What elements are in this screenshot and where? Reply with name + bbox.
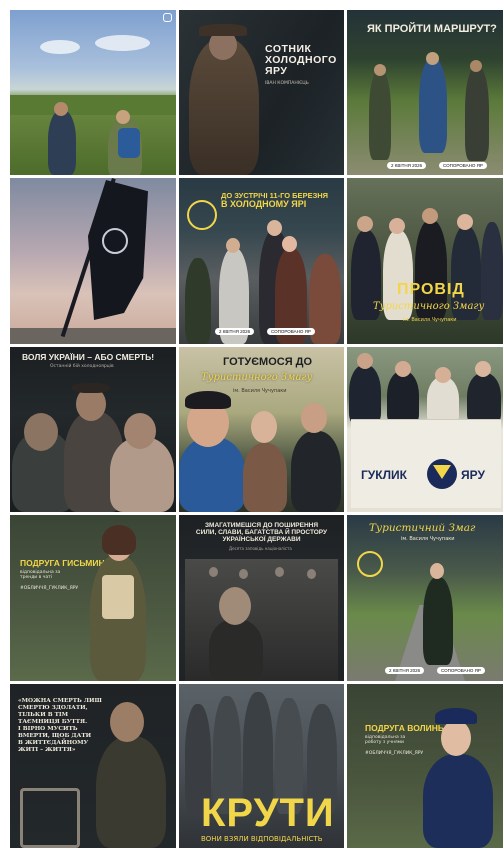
turystychnyi-title: Туристичний Змаг <box>369 522 476 534</box>
hysmyn-hashtag: #ОБЛИЧЧЯ_ГУКЛИК_ЯРУ <box>20 586 79 591</box>
flag-emblem-icon <box>102 228 128 254</box>
turystychnyi-date-pill: 2 КВІТНЯ 2026 <box>385 667 425 674</box>
hysmyn-title: ПОДРУГА ГИСЬМИН <box>20 558 105 568</box>
provid-name: ім. Василя Чучупаки <box>403 317 457 323</box>
post-tile-marshrut[interactable]: ЯК ПРОЙТИ МАРШРУТ? 2 КВІТНЯ 2026 СОПОРОВ… <box>347 10 503 175</box>
post-tile-podruha-hysmyn[interactable]: ПОДРУГА ГИСЬМИН відповідальна за тренди … <box>10 515 176 681</box>
post-tile-podruha-volyn[interactable]: ПОДРУГА ВОЛИНЬ відповідальна за роботу з… <box>347 684 503 848</box>
post-tile-turystychnyi[interactable]: Туристичний Змаг ім. Василя Чучупаки 2 К… <box>347 515 503 681</box>
volya-title: ВОЛЯ УКРАЇНИ – АБО СМЕРТЬ! <box>22 352 155 362</box>
volyn-role: відповідальна за роботу з учнями <box>365 735 406 745</box>
zustrich-title: ДО ЗУСТРІЧІ 11-ГО БЕРЕЗНЯ В ХОЛОДНОМУ ЯР… <box>221 191 329 209</box>
zustrich-tag-pill: СОПОРОВАНО ЯР <box>267 328 315 335</box>
turystychnyi-name: ім. Василя Чучупаки <box>401 536 455 542</box>
banner-cloth <box>351 419 501 508</box>
turystychnyi-tag-pill: СОПОРОВАНО ЯР <box>437 667 485 674</box>
post-tile-banner[interactable]: ГУКЛИК ЯРУ <box>347 347 503 512</box>
zustrich-date-pill: 2 КВІТНЯ 2026 <box>215 328 255 335</box>
marshrut-date-pill: 2 КВІТНЯ 2026 <box>387 162 427 169</box>
provid-title: ПРОВІД <box>397 281 465 298</box>
zmah-subtitle: Десята заповідь націоналіста <box>229 546 292 551</box>
soldier-portrait <box>110 702 144 742</box>
marshrut-tag-pill: СОПОРОВАНО ЯР <box>439 162 487 169</box>
post-tile-flag[interactable] <box>10 178 176 344</box>
post-tile-kruty[interactable]: КРУТИ ВОНИ ВЗЯЛИ ВІДПОВІДАЛЬНІСТЬ <box>179 684 344 848</box>
volyn-title: ПОДРУГА ВОЛИНЬ <box>365 723 444 733</box>
turystychnyi-emblem-icon <box>357 551 383 577</box>
kruty-title: КРУТИ <box>201 791 335 835</box>
foreground-portrait <box>219 587 251 625</box>
gotuyemos-name: ім. Василя Чучупаки <box>233 388 287 394</box>
hysmyn-role: відповідальна за тренди в чаті <box>20 570 61 580</box>
post-tile-smert[interactable]: «МОЖНА СМЕРТЬ ЛИШ СМЕРТЮ ЗДОЛАТИ, ТІЛЬКИ… <box>10 684 176 848</box>
portrait-3 <box>124 413 156 449</box>
post-tile-volya[interactable]: ВОЛЯ УКРАЇНИ – АБО СМЕРТЬ! Останній бій … <box>10 347 176 512</box>
volyn-hashtag: #ОБЛИЧЧЯ_ГУКЛИК_ЯРУ <box>365 751 424 756</box>
provid-subtitle: Туристичного Змагу <box>373 301 485 312</box>
post-tile-provid[interactable]: ПРОВІД Туристичного Змагу ім. Василя Чуч… <box>347 178 503 344</box>
volya-subtitle: Останній бій холодноярців <box>50 364 114 369</box>
chair <box>20 788 80 848</box>
sotnyk-subtitle: ІВАН КОМПАНІЄЦЬ <box>265 81 309 86</box>
post-tile-gotuyemos[interactable]: ГОТУЄМОСЯ ДО Туристичного Змагу ім. Васи… <box>179 347 344 512</box>
post-tile-zustrich[interactable]: ДО ЗУСТРІЧІ 11-ГО БЕРЕЗНЯ В ХОЛОДНОМУ ЯР… <box>179 178 344 344</box>
marshrut-title: ЯК ПРОЙТИ МАРШРУТ? <box>367 23 497 35</box>
emblem-icon <box>187 200 217 230</box>
profile-post-grid: СОТНИК ХОЛОДНОГО ЯРУ ІВАН КОМПАНІЄЦЬ ЯК … <box>0 0 503 848</box>
post-tile-zmahatymeshsia[interactable]: ЗМАГАТИМЕШСЯ ДО ПОШИРЕННЯ СИЛИ, СЛАВИ, Б… <box>179 515 344 681</box>
smert-quote: «МОЖНА СМЕРТЬ ЛИШ СМЕРТЮ ЗДОЛАТИ, ТІЛЬКИ… <box>18 698 102 753</box>
zmah-title: ЗМАГАТИМЕШСЯ ДО ПОШИРЕННЯ СИЛИ, СЛАВИ, Б… <box>195 522 328 543</box>
banner-text-right: ЯРУ <box>461 468 485 482</box>
post-tile-hikers[interactable] <box>10 10 176 175</box>
reel-icon <box>163 13 172 22</box>
hiker-figure-left <box>48 110 76 175</box>
gotuyemos-subtitle: Туристичного Змагу <box>201 372 313 383</box>
kruty-subtitle: ВОНИ ВЗЯЛИ ВІДПОВІДАЛЬНІСТЬ <box>201 835 323 843</box>
portrait-1 <box>24 413 58 451</box>
banner-text-left: ГУКЛИК <box>361 468 407 482</box>
post-tile-sotnyk[interactable]: СОТНИК ХОЛОДНОГО ЯРУ ІВАН КОМПАНІЄЦЬ <box>179 10 344 175</box>
sotnyk-title: СОТНИК ХОЛОДНОГО ЯРУ <box>265 43 337 78</box>
gotuyemos-title: ГОТУЄМОСЯ ДО <box>223 356 313 368</box>
